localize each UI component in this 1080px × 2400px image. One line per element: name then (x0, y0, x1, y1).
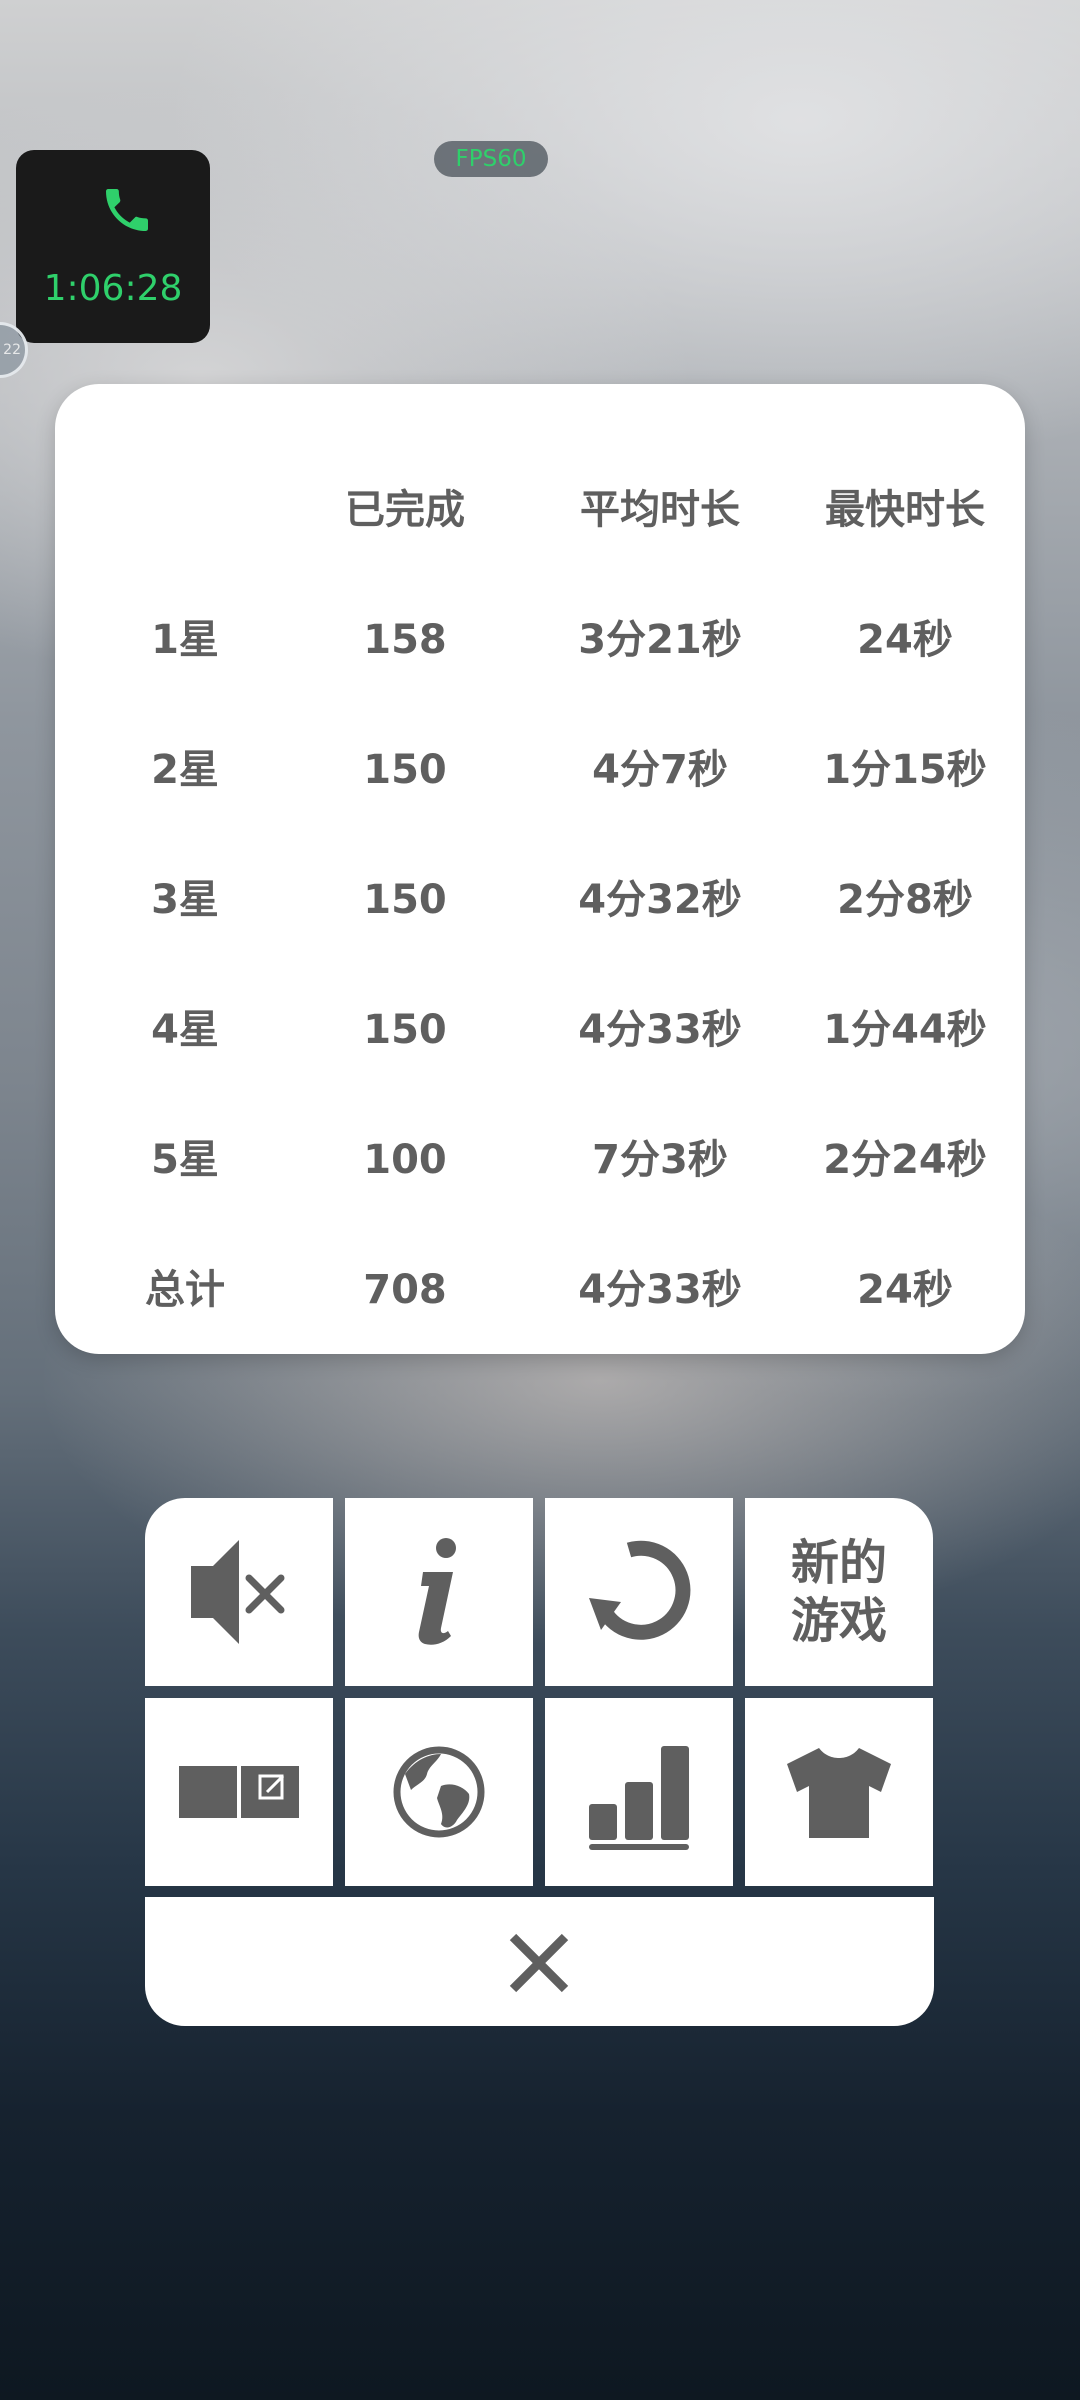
language-button[interactable] (345, 1698, 533, 1886)
table-row: 3星 150 4分32秒 2分8秒 (55, 870, 1025, 930)
call-widget[interactable]: 1:06:28 (16, 150, 210, 343)
stats-table: 已完成 平均时长 最快时长 1星 158 3分21秒 24秒 2星 150 4分… (55, 384, 1025, 1354)
stats-button[interactable] (545, 1698, 733, 1886)
header-average-time: 平均时长 (580, 487, 740, 533)
average-time: 3分21秒 (578, 617, 742, 663)
theme-button[interactable] (745, 1698, 933, 1886)
header-fastest-time: 最快时长 (825, 487, 985, 533)
table-row: 4星 150 4分33秒 1分44秒 (55, 1000, 1025, 1060)
call-duration: 1:06:28 (43, 268, 183, 309)
average-time: 7分3秒 (592, 1137, 728, 1183)
notes-icon (179, 1766, 299, 1818)
completed-count: 100 (363, 1137, 447, 1183)
table-row: 1星 158 3分21秒 24秒 (55, 610, 1025, 670)
info-icon (418, 1538, 456, 1645)
fps-indicator: FPS60 (434, 141, 548, 177)
fastest-time: 2分8秒 (837, 877, 973, 923)
row-label: 5星 (151, 1137, 219, 1183)
new-game-line2: 游戏 (790, 1593, 887, 1649)
restart-icon (589, 1540, 691, 1640)
header-cell (85, 480, 285, 540)
row-label: 1星 (151, 617, 219, 663)
table-row: 5星 100 7分3秒 2分24秒 (55, 1130, 1025, 1190)
completed-count: 158 (363, 617, 447, 663)
globe-icon (393, 1746, 485, 1838)
table-total-row: 总计 708 4分33秒 24秒 (55, 1260, 1025, 1320)
info-button[interactable] (345, 1498, 533, 1686)
restart-button[interactable] (545, 1498, 733, 1686)
phone-icon (106, 189, 148, 231)
completed-count: 708 (363, 1267, 447, 1313)
tshirt-icon (787, 1748, 891, 1838)
fastest-time: 24秒 (857, 1267, 953, 1313)
new-game-label: 新的 游戏 (745, 1498, 933, 1686)
completed-count: 150 (363, 1007, 447, 1053)
table-row: 2星 150 4分7秒 1分15秒 (55, 740, 1025, 800)
fastest-time: 1分44秒 (823, 1007, 987, 1053)
table-header-row: 已完成 平均时长 最快时长 (55, 480, 1025, 540)
average-time: 4分33秒 (578, 1007, 742, 1053)
close-button[interactable] (145, 1897, 934, 2026)
row-label: 总计 (145, 1267, 225, 1313)
average-time: 4分33秒 (578, 1267, 742, 1313)
new-game-button[interactable]: 新的 游戏 (745, 1498, 933, 1686)
mute-button[interactable] (145, 1498, 333, 1686)
completed-count: 150 (363, 877, 447, 923)
row-label: 2星 (151, 747, 219, 793)
stats-icon (589, 1746, 689, 1850)
completed-count: 150 (363, 747, 447, 793)
notes-button[interactable] (145, 1698, 333, 1886)
fastest-time: 2分24秒 (823, 1137, 987, 1183)
mute-icon (191, 1540, 285, 1644)
row-label: 4星 (151, 1007, 219, 1053)
fastest-time: 24秒 (857, 617, 953, 663)
new-game-line1: 新的 (790, 1535, 887, 1591)
close-icon (509, 1933, 569, 1993)
average-time: 4分32秒 (578, 877, 742, 923)
average-time: 4分7秒 (592, 747, 728, 793)
header-completed: 已完成 (345, 487, 465, 533)
row-label: 3星 (151, 877, 219, 923)
fastest-time: 1分15秒 (823, 747, 987, 793)
